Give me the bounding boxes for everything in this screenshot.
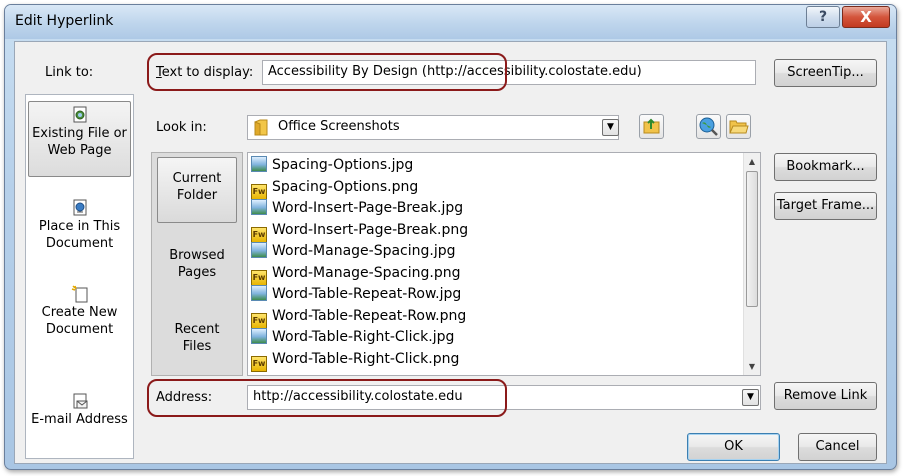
tab-browsed-pages-line1: Browsed [169,248,225,263]
look-in-label: Look in: [156,120,207,135]
image-file-icon [251,285,267,301]
image-file-icon [251,199,267,215]
screentip-button[interactable]: ScreenTip... [774,59,877,87]
tab-recent-files-line2: Files [182,339,212,354]
title-bar: Edit Hyperlink ? X [5,5,896,39]
file-list-item[interactable]: Fw Word-Insert-Page-Break.png [251,220,469,243]
look-in-dropdown-arrow[interactable]: ▼ [602,119,619,136]
close-button[interactable]: X [842,6,890,28]
look-in-value: Office Screenshots [278,119,400,134]
file-name: Word-Table-Right-Click.jpg [272,329,455,345]
image-file-icon [251,242,267,258]
dialog-body: Link to: Text to display: Accessibility … [14,41,887,464]
file-list-item[interactable]: Fw Word-Manage-Spacing.png [251,263,461,286]
file-list-scrollbar[interactable]: ▲ ▼ [743,153,760,375]
file-list-item[interactable]: Word-Table-Repeat-Row.jpg [251,284,461,305]
target-frame-button[interactable]: Target Frame... [774,192,877,220]
scroll-up-arrow[interactable]: ▲ [744,153,760,170]
file-list[interactable]: Spacing-Options.jpg Fw Spacing-Options.png… [247,152,761,376]
link-existing-file-line2: Web Page [47,143,112,158]
highlight-address [147,379,507,417]
folder-icon [254,119,268,136]
file-name: Word-Manage-Spacing.jpg [272,243,456,259]
look-in-select[interactable]: Office Screenshots [247,115,619,140]
file-list-item[interactable]: Word-Table-Right-Click.jpg [251,327,454,348]
file-list-item[interactable]: Fw Word-Table-Right-Click.png [251,349,460,372]
file-name: Word-Manage-Spacing.png [272,264,461,281]
tab-current-folder-line2: Folder [176,188,218,203]
up-folder-icon [643,118,660,134]
highlight-text-to-display [147,53,507,91]
link-to-label: Link to: [45,65,94,80]
bookmark-button[interactable]: Bookmark... [774,153,877,181]
file-name: Word-Table-Repeat-Row.png [272,307,467,324]
tab-browsed-pages[interactable]: Browsed Pages [157,247,237,287]
file-name: Word-Table-Repeat-Row.jpg [272,286,462,302]
link-create-new-line2: Document [45,322,114,337]
browse-mode-nav: Current Folder Browsed Pages Recent File… [151,152,243,376]
cancel-button[interactable]: Cancel [798,433,877,461]
help-button[interactable]: ? [806,6,840,28]
new-document-icon [71,285,87,303]
link-email-address[interactable]: E-mail Address [28,392,131,432]
link-place-line1: Place in This [38,219,121,234]
link-place-line2: Document [45,236,114,251]
image-file-icon [251,156,267,172]
tab-current-folder[interactable]: Current Folder [157,157,237,223]
remove-link-button[interactable]: Remove Link [774,382,877,410]
ok-button[interactable]: OK [687,433,780,461]
tab-recent-files[interactable]: Recent Files [157,321,237,361]
file-name: Spacing-Options.png [272,178,419,195]
globe-search-icon [699,117,718,136]
up-one-folder-button[interactable] [639,114,664,139]
tab-current-folder-line1: Current [172,171,222,186]
tab-browsed-pages-line2: Pages [177,265,217,280]
fireworks-png-icon: Fw [251,355,267,372]
link-place-in-document[interactable]: Place in This Document [28,199,131,255]
open-folder-icon [729,120,749,134]
address-dropdown-arrow[interactable]: ▼ [742,389,759,406]
browse-file-button[interactable] [726,114,751,139]
email-icon [73,393,87,409]
link-existing-file[interactable]: Existing File or Web Page [28,101,131,177]
edit-hyperlink-dialog: Edit Hyperlink ? X Link to: Text to disp… [4,4,897,470]
link-create-new-document[interactable]: Create New Document [28,285,131,341]
file-list-item[interactable]: Fw Spacing-Options.png [251,177,419,200]
scroll-thumb[interactable] [746,171,758,307]
existing-file-icon [73,106,86,123]
file-list-item[interactable]: Word-Manage-Spacing.jpg [251,241,456,262]
browse-web-button[interactable] [696,114,721,139]
file-name: Word-Table-Right-Click.png [272,350,460,367]
scroll-down-arrow[interactable]: ▼ [744,358,760,375]
image-file-icon [251,328,267,344]
file-name: Word-Insert-Page-Break.png [272,221,469,238]
place-in-document-icon [73,199,86,216]
link-email-line1: E-mail Address [31,412,128,427]
file-name: Spacing-Options.jpg [272,157,414,173]
file-list-item[interactable]: Word-Insert-Page-Break.jpg [251,198,463,219]
dialog-title: Edit Hyperlink [15,13,114,29]
link-create-new-line1: Create New [41,305,118,320]
tab-recent-files-line1: Recent [174,322,220,337]
file-name: Word-Insert-Page-Break.jpg [272,200,464,216]
link-to-bar: Existing File or Web Page Place in This … [25,94,134,459]
link-existing-file-line1: Existing File or [32,126,127,141]
file-list-item[interactable]: Spacing-Options.jpg [251,155,413,176]
file-list-item[interactable]: Fw Word-Table-Repeat-Row.png [251,306,467,329]
